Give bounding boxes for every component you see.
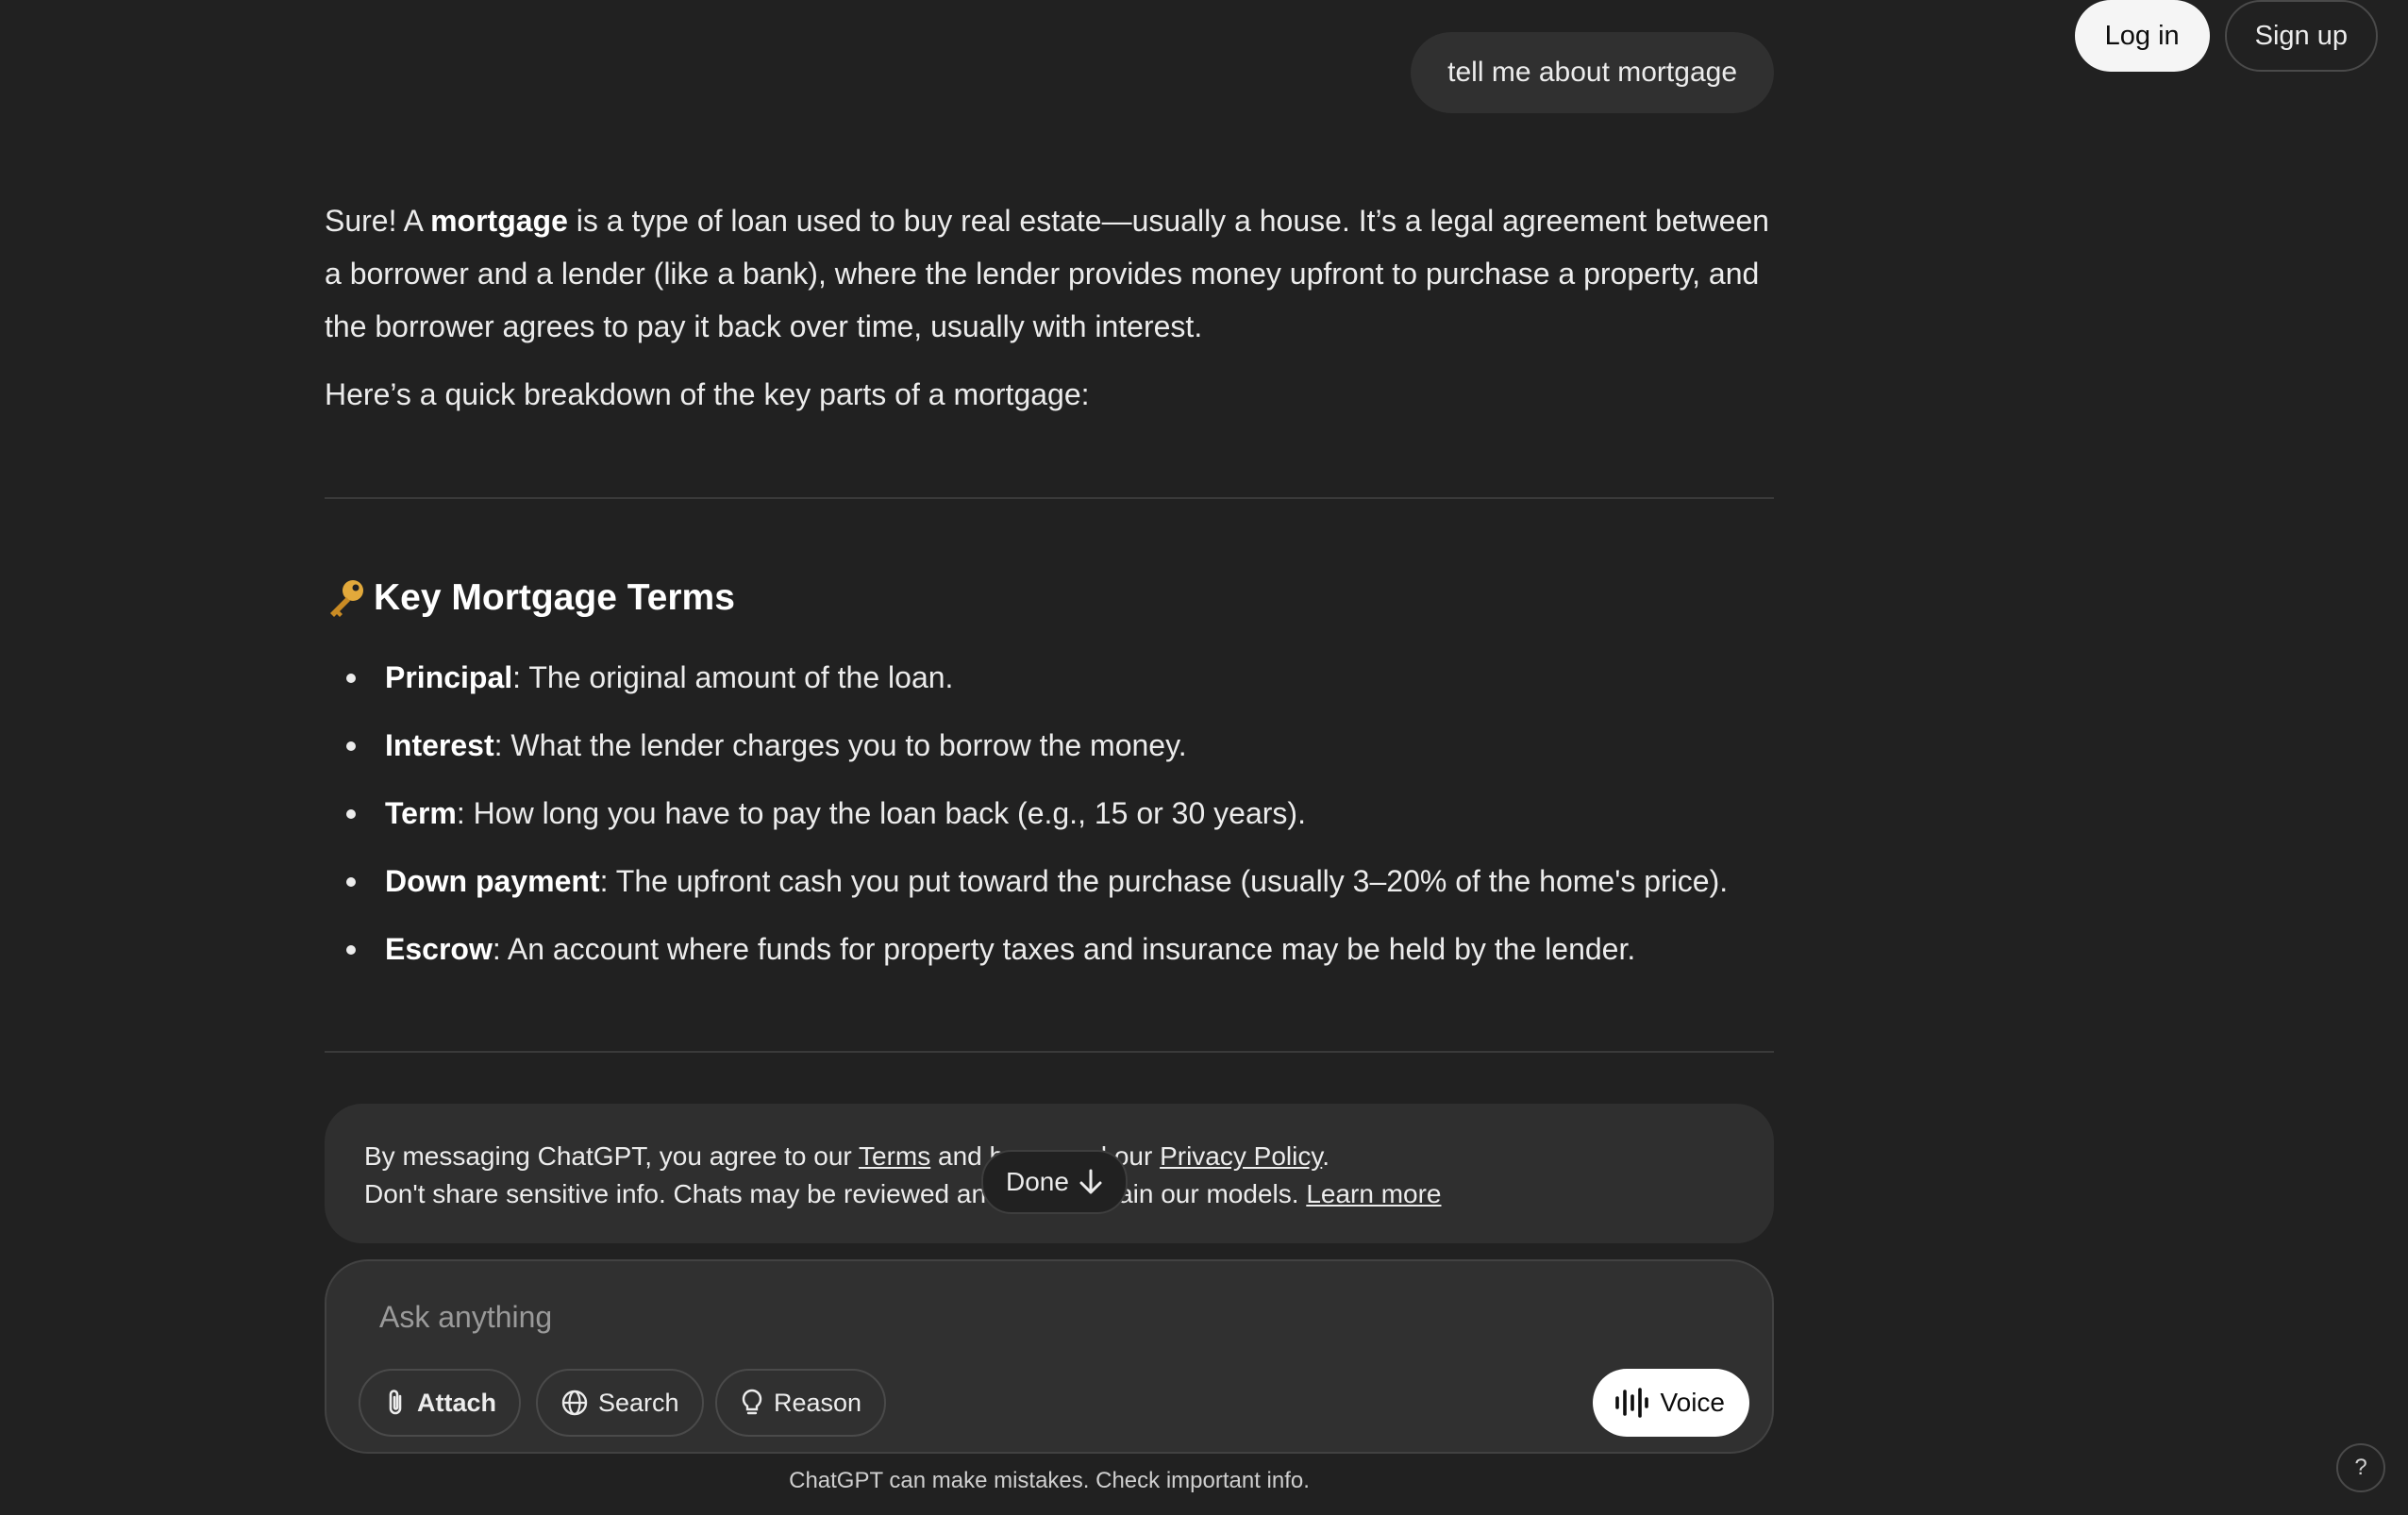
divider (325, 497, 1774, 499)
login-button[interactable]: Log in (2074, 0, 2210, 72)
attach-button[interactable]: Attach (359, 1369, 522, 1437)
notice-text: . (1322, 1141, 1330, 1171)
globe-icon (560, 1389, 589, 1417)
assistant-intro: Sure! A mortgage is a type of loan used … (325, 194, 1774, 353)
lightbulb-icon (740, 1388, 764, 1418)
assistant-breakdown-line: Here’s a quick breakdown of the key part… (325, 377, 1090, 411)
section-title: Key Mortgage Terms (374, 577, 735, 618)
section-heading: Key Mortgage Terms (325, 577, 735, 619)
term-definition: : The original amount of the loan. (512, 660, 954, 694)
notice-text: Don't share sensitive info. Chats may be… (364, 1179, 1307, 1208)
key-icon (325, 577, 366, 619)
waveform-icon (1614, 1387, 1649, 1419)
message-composer: Attach Search Reason Voice (325, 1259, 1774, 1454)
top-bar: Log in Sign up (2074, 0, 2408, 72)
list-item: Escrow: An account where funds for prope… (325, 921, 1834, 989)
divider (325, 1051, 1774, 1053)
list-item: Interest: What the lender charges you to… (325, 717, 1834, 785)
term-name: Interest (385, 728, 494, 762)
term-name: Principal (385, 660, 513, 694)
message-input[interactable] (377, 1288, 1608, 1346)
attach-label: Attach (417, 1388, 497, 1417)
list-item: Term: How long you have to pay the loan … (325, 785, 1834, 853)
terms-list: Principal: The original amount of the lo… (325, 649, 1834, 989)
voice-label: Voice (1660, 1388, 1726, 1417)
intro-text-start: Sure! A (325, 204, 431, 238)
term-name: Down payment (385, 864, 600, 898)
term-definition: : The upfront cash you put toward the pu… (599, 864, 1729, 898)
list-item: Down payment: The upfront cash you put t… (325, 853, 1834, 921)
term-name: Term (385, 796, 457, 830)
reason-label: Reason (774, 1388, 862, 1417)
search-button[interactable]: Search (536, 1369, 704, 1437)
search-label: Search (598, 1388, 679, 1417)
user-message: tell me about mortgage (1411, 32, 1774, 113)
reason-button[interactable]: Reason (715, 1369, 887, 1437)
signup-button[interactable]: Sign up (2224, 0, 2378, 72)
intro-bold-term: mortgage (430, 204, 568, 238)
assistant-message: Sure! A mortgage is a type of loan used … (325, 194, 1774, 421)
arrow-down-icon (1079, 1168, 1103, 1196)
help-button[interactable]: ? (2336, 1443, 2385, 1492)
term-name: Escrow (385, 932, 493, 966)
scroll-pill-label: Done (1006, 1167, 1069, 1196)
notice-text: By messaging ChatGPT, you agree to our (364, 1141, 859, 1171)
term-definition: : An account where funds for property ta… (492, 932, 1636, 966)
term-definition: : What the lender charges you to borrow … (493, 728, 1187, 762)
voice-button[interactable]: Voice (1592, 1369, 1749, 1437)
term-definition: : How long you have to pay the loan back… (456, 796, 1306, 830)
learn-more-link[interactable]: Learn more (1306, 1179, 1441, 1208)
terms-link[interactable]: Terms (859, 1141, 930, 1171)
disclaimer-text: ChatGPT can make mistakes. Check importa… (789, 1468, 1310, 1493)
privacy-policy-link[interactable]: Privacy Policy (1160, 1141, 1322, 1171)
list-item: Principal: The original amount of the lo… (325, 649, 1834, 717)
scroll-down-button[interactable]: Done (981, 1150, 1128, 1214)
paperclip-icon (383, 1388, 408, 1418)
